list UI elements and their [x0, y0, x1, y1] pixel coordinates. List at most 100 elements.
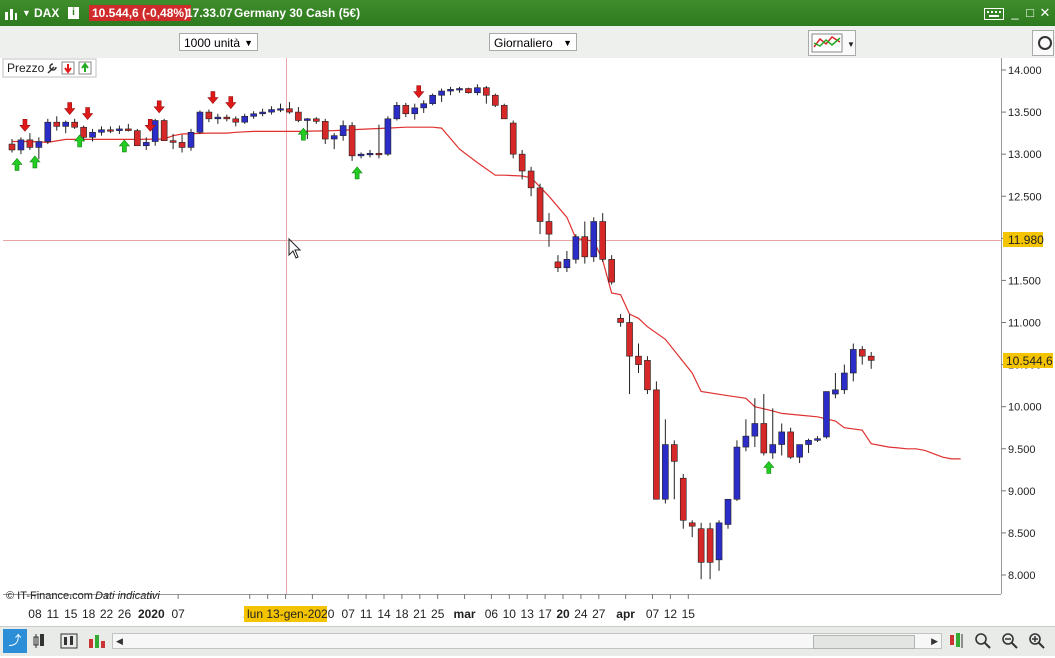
candle-body	[151, 120, 159, 142]
share-icon[interactable]: ⤴	[3, 629, 27, 653]
candle	[509, 120, 517, 159]
candlestick-icon[interactable]	[58, 631, 80, 651]
price-chart[interactable]: 14.00013.50013.00012.50012.00011.50011.0…	[0, 58, 1055, 626]
candle-body	[787, 431, 794, 458]
candle-body	[205, 111, 213, 120]
close-button[interactable]: ✕	[1038, 0, 1052, 26]
candle-body	[509, 122, 517, 155]
candle-body	[849, 349, 857, 374]
candle-body	[751, 423, 759, 437]
candle-body	[563, 259, 571, 269]
candle-body	[662, 444, 669, 500]
symbol-label[interactable]: DAX	[34, 0, 59, 26]
units-select[interactable]: 1000 unità ▼	[179, 33, 258, 51]
candle-body	[644, 360, 651, 391]
time-scrollbar[interactable]: ◀ ▶	[112, 633, 942, 649]
candle	[429, 93, 436, 106]
candle-body	[26, 139, 34, 148]
chevron-down-icon: ▼	[563, 38, 572, 48]
zoom-out-button[interactable]	[999, 631, 1021, 651]
candle-body	[599, 221, 607, 260]
y-tick-label: 8.500	[1008, 528, 1036, 540]
keyboard-icon[interactable]	[984, 0, 1004, 26]
candle-body	[196, 111, 204, 133]
time-label: 17.33.07	[186, 6, 233, 20]
sell-signal-toggle-icon[interactable]	[61, 61, 75, 75]
candle-body	[715, 522, 723, 561]
candle-body	[500, 105, 508, 120]
zoom-fit-icon[interactable]	[972, 631, 994, 651]
candle-body	[518, 153, 526, 172]
period-select[interactable]: Giornaliero ▼	[489, 33, 577, 51]
candle-body	[268, 109, 275, 113]
candle-body	[169, 140, 177, 143]
candle-body	[823, 391, 830, 438]
candle-body	[62, 121, 70, 127]
candle-body	[330, 135, 338, 140]
candle-body	[241, 115, 248, 123]
auto-scale-icon[interactable]	[946, 631, 968, 651]
candle-body	[456, 88, 463, 91]
scroll-right-button[interactable]: ▶	[931, 634, 938, 648]
candle-body	[250, 113, 257, 117]
disclaimer-text: Dati indicativi	[95, 590, 160, 602]
candle	[44, 118, 52, 145]
candle-body	[160, 120, 168, 142]
panel-label: Prezzo	[7, 61, 45, 75]
maximize-button[interactable]: □	[1023, 0, 1037, 26]
candle	[590, 217, 598, 262]
candle-body	[814, 438, 821, 441]
candle-body	[98, 129, 105, 133]
x-tick-label: 07	[342, 607, 356, 621]
candle-body	[608, 259, 615, 283]
candle	[608, 255, 615, 285]
candle-body	[706, 528, 714, 563]
y-tick-label: 11.000	[1008, 318, 1041, 330]
x-tick-label: 26	[118, 607, 132, 621]
chart-type-selector-icon[interactable]	[30, 631, 52, 651]
candle	[653, 381, 660, 500]
candle-body	[223, 116, 231, 120]
y-tick-label: 12.500	[1008, 191, 1042, 203]
candle	[160, 118, 168, 142]
candle-body	[116, 128, 123, 131]
zoom-in-button[interactable]	[1026, 631, 1048, 651]
x-tick-label: 15	[64, 607, 78, 621]
candle	[196, 110, 204, 134]
x-tick-label: 07	[171, 607, 185, 621]
candle-body	[80, 126, 87, 138]
candle-body	[688, 522, 696, 527]
last-price-badge: 10.544,6 (-0,48%)	[89, 5, 192, 21]
candle-body	[429, 94, 436, 104]
x-tick-label: 10	[503, 607, 517, 621]
symbol-dropdown-icon[interactable]: ▼	[22, 0, 31, 26]
indicator-button[interactable]: ▼	[808, 30, 856, 56]
candle-body	[670, 444, 678, 462]
panel-toggle-button[interactable]	[1032, 30, 1054, 56]
buy-signal-toggle-icon[interactable]	[78, 61, 92, 75]
candle	[679, 474, 687, 529]
y-tick-label: 9.000	[1008, 486, 1036, 498]
volume-icon[interactable]	[86, 631, 108, 651]
x-tick-label: 17	[538, 607, 552, 621]
info-icon[interactable]: i	[68, 7, 79, 19]
candle-body	[465, 88, 472, 94]
candle-body	[841, 372, 848, 391]
candle-body	[348, 125, 356, 157]
candle	[787, 427, 794, 459]
scrollbar-thumb[interactable]	[813, 635, 915, 649]
candle-body	[572, 236, 580, 260]
candle-body	[474, 87, 481, 94]
candle-body	[125, 128, 132, 131]
minimize-button[interactable]: _	[1008, 0, 1022, 26]
scroll-left-button[interactable]: ◀	[116, 634, 123, 648]
candle-body	[393, 105, 401, 120]
candle-body	[17, 139, 25, 151]
chart-type-icon[interactable]	[4, 0, 18, 26]
crosshair-date-value: lun 13-gen-2020	[247, 607, 335, 621]
chevron-down-icon: ▼	[244, 38, 253, 48]
candle-body	[339, 125, 347, 136]
x-tick-label: 12	[664, 607, 678, 621]
candle-body	[384, 118, 392, 155]
candle-body	[35, 141, 43, 148]
